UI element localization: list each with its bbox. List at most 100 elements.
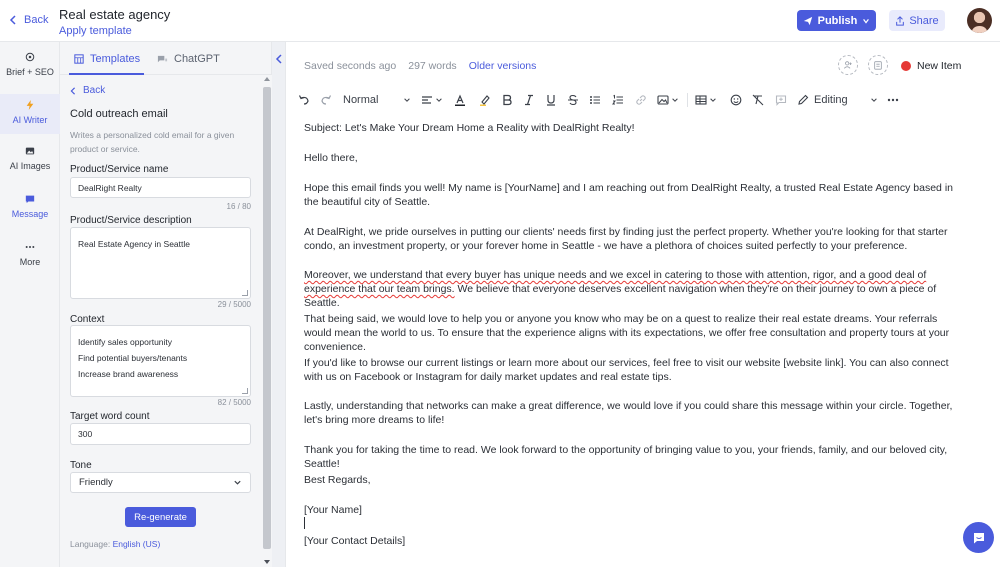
paragraph-listings: If you'd like to browse our current list…: [304, 357, 949, 383]
clipboard-icon: [874, 61, 882, 70]
panel-tabs: Templates ChatGPT: [60, 42, 272, 75]
insert-table-button[interactable]: [694, 90, 718, 110]
panel-back-label: Back: [83, 85, 106, 96]
more-icon: [25, 246, 35, 248]
italic-button[interactable]: [522, 90, 536, 110]
share-icon: [896, 15, 905, 26]
table-icon: [695, 95, 707, 105]
publish-button[interactable]: Publish: [797, 10, 876, 31]
chevron-left-icon: [275, 54, 282, 64]
paragraph-about: At DealRight, we pride ourselves in putt…: [304, 226, 948, 252]
language-link[interactable]: English (US): [113, 539, 161, 549]
header-back-button[interactable]: Back: [8, 14, 48, 26]
message-icon: [25, 195, 35, 204]
clear-format-button[interactable]: [751, 90, 765, 110]
rail-item-ai-images[interactable]: AI Images: [0, 146, 60, 186]
chevron-down-icon: [436, 98, 442, 102]
text-color-icon: [455, 94, 465, 106]
resize-grip[interactable]: [242, 290, 248, 296]
product-name-input[interactable]: DealRight Realty: [70, 177, 251, 198]
text-color-button[interactable]: [453, 90, 467, 110]
older-versions-link[interactable]: Older versions: [469, 60, 537, 72]
paragraph-style-select[interactable]: Normal: [343, 90, 411, 110]
product-name-counter: 16 / 80: [226, 202, 251, 211]
apply-template-link[interactable]: Apply template: [59, 25, 170, 37]
tab-label: ChatGPT: [174, 53, 220, 65]
rail-item-ai-writer[interactable]: AI Writer: [0, 94, 60, 134]
rail-item-message[interactable]: Message: [0, 194, 60, 234]
regenerate-button[interactable]: Re-generate: [125, 507, 196, 527]
add-user-button[interactable]: [838, 55, 858, 75]
document-title[interactable]: Real estate agency: [59, 7, 170, 22]
comment-button[interactable]: [774, 90, 788, 110]
insert-image-button[interactable]: [656, 90, 680, 110]
signature-name: [Your Name]: [304, 504, 362, 516]
email-subject: Subject: Let's Make Your Dream Home a Re…: [304, 122, 635, 134]
more-horizontal-icon: [887, 98, 899, 102]
undo-icon: [298, 95, 309, 105]
underline-button[interactable]: [544, 90, 558, 110]
link-icon: [636, 95, 646, 105]
redo-button[interactable]: [320, 90, 332, 110]
context-line: Increase brand awareness: [78, 369, 179, 379]
saved-status: Saved seconds ago: [304, 60, 397, 72]
panel-back-button[interactable]: Back: [69, 85, 105, 96]
emoji-icon: [730, 94, 742, 106]
underline-icon: [547, 95, 555, 106]
align-left-icon: [422, 96, 432, 104]
chevron-down-icon: [871, 98, 877, 102]
bullet-list-button[interactable]: [588, 90, 602, 110]
rail-item-brief-seo[interactable]: Brief + SEO: [0, 52, 60, 92]
context-line: Find potential buyers/tenants: [78, 353, 188, 363]
editing-mode-dropdown[interactable]: [866, 90, 880, 110]
link-button[interactable]: [634, 90, 648, 110]
collapse-panel-toggle[interactable]: [272, 42, 286, 567]
bold-button[interactable]: [500, 90, 514, 110]
rail-item-more[interactable]: More: [0, 242, 60, 282]
editor-meta-bar: Saved seconds ago 297 words Older versio…: [304, 60, 536, 72]
language-row: Language: English (US): [70, 539, 160, 549]
product-desc-counter: 29 / 5000: [217, 300, 251, 309]
highlight-button[interactable]: [478, 90, 492, 110]
numbered-list-icon: [612, 94, 623, 105]
editor-toolbar: Normal Editing: [298, 90, 968, 110]
resize-grip[interactable]: [242, 388, 248, 394]
header-back-label: Back: [24, 14, 49, 26]
undo-button[interactable]: [298, 90, 310, 110]
chevron-down-icon: [234, 480, 241, 485]
scroll-up-arrow[interactable]: [264, 77, 270, 81]
user-avatar[interactable]: [967, 8, 992, 33]
assign-button[interactable]: [868, 55, 888, 75]
paragraph-thanks: Thank you for taking the time to read. W…: [304, 444, 948, 470]
template-description: Writes a personalized cold email for a g…: [70, 130, 235, 154]
chat-bubble-icon: [973, 532, 984, 543]
scroll-thumb[interactable]: [263, 87, 271, 549]
strikethrough-button[interactable]: [566, 90, 580, 110]
template-heading: Cold outreach email: [70, 108, 168, 120]
align-button[interactable]: [421, 90, 443, 110]
context-textarea[interactable]: Identify sales opportunity Find potentia…: [70, 325, 251, 397]
image-icon: [657, 95, 669, 105]
tab-chatgpt[interactable]: ChatGPT: [157, 53, 220, 65]
paragraph-networks: Lastly, understanding that networks can …: [304, 400, 953, 426]
scroll-down-arrow[interactable]: [264, 560, 270, 564]
more-options-button[interactable]: [886, 90, 900, 110]
product-desc-textarea[interactable]: Real Estate Agency in Seattle: [70, 227, 251, 299]
editing-mode-value: Editing: [814, 94, 848, 106]
product-desc-label: Product/Service description: [70, 215, 192, 226]
panel-scrollbar[interactable]: [262, 75, 272, 567]
paragraph-referrals: That being said, we would love to help y…: [304, 313, 950, 353]
status-new-item[interactable]: New Item: [901, 60, 961, 72]
rail-item-label: Message: [11, 209, 49, 219]
word-count-input[interactable]: 300: [70, 423, 251, 445]
share-button[interactable]: Share: [889, 10, 945, 31]
word-count-label: Target word count: [70, 411, 150, 422]
numbered-list-button[interactable]: [611, 90, 625, 110]
tone-select[interactable]: Friendly: [70, 472, 251, 493]
clear-format-icon: [752, 94, 764, 106]
bold-icon: [503, 94, 512, 106]
emoji-button[interactable]: [729, 90, 743, 110]
status-label: New Item: [917, 60, 962, 72]
support-chat-button[interactable]: [963, 522, 994, 553]
tab-templates[interactable]: Templates: [74, 53, 140, 65]
